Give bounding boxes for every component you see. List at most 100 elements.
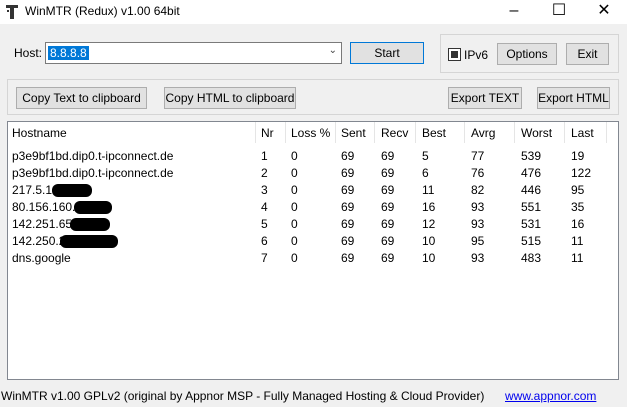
cell-avrg: 93 bbox=[471, 200, 485, 214]
host-input-value[interactable]: 8.8.8.8 bbox=[48, 46, 89, 60]
export-text-button[interactable]: Export TEXT bbox=[448, 87, 522, 109]
cell-nr: 1 bbox=[261, 149, 268, 163]
cell-best: 10 bbox=[422, 251, 436, 265]
cell-loss: 0 bbox=[291, 234, 298, 248]
cell-best: 6 bbox=[422, 166, 429, 180]
table-row[interactable]: 142.251.65. 5 0 69 69 12 93 531 16 bbox=[8, 216, 618, 233]
cell-avrg: 93 bbox=[471, 217, 485, 231]
status-bar: WinMTR v1.00 GPLv2 (original by Appnor M… bbox=[0, 386, 627, 407]
redaction-mark bbox=[74, 201, 112, 214]
options-button[interactable]: Options bbox=[497, 43, 557, 65]
cell-loss: 0 bbox=[291, 149, 298, 163]
table-row[interactable]: 142.250.2 6 0 69 69 10 95 515 11 bbox=[8, 233, 618, 250]
exit-button[interactable]: Exit bbox=[566, 43, 609, 65]
cell-last: 19 bbox=[571, 149, 585, 163]
table-row[interactable]: dns.google 7 0 69 69 10 93 483 11 bbox=[8, 250, 618, 267]
redaction-mark bbox=[70, 218, 110, 231]
column-header-hostname[interactable]: Hostname bbox=[12, 126, 67, 140]
cell-last: 122 bbox=[571, 166, 592, 180]
column-header-best[interactable]: Best bbox=[422, 126, 446, 140]
cell-avrg: 95 bbox=[471, 234, 485, 248]
column-divider[interactable] bbox=[415, 122, 416, 143]
column-header-avrg[interactable]: Avrg bbox=[471, 126, 495, 140]
appnor-link[interactable]: www.appnor.com bbox=[505, 389, 596, 403]
cell-avrg: 82 bbox=[471, 183, 485, 197]
cell-loss: 0 bbox=[291, 251, 298, 265]
ipv6-checkbox[interactable] bbox=[448, 48, 461, 61]
cell-recv: 69 bbox=[381, 251, 395, 265]
column-header-nr[interactable]: Nr bbox=[261, 126, 274, 140]
cell-nr: 7 bbox=[261, 251, 268, 265]
maximize-button[interactable]: ☐ bbox=[536, 0, 582, 24]
cell-best: 12 bbox=[422, 217, 436, 231]
copy-html-button[interactable]: Copy HTML to clipboard bbox=[164, 87, 296, 109]
cell-nr: 6 bbox=[261, 234, 268, 248]
cell-avrg: 76 bbox=[471, 166, 485, 180]
column-divider[interactable] bbox=[335, 122, 336, 143]
host-combobox[interactable]: 8.8.8.8 ⌄ bbox=[45, 42, 342, 64]
cell-last: 11 bbox=[571, 251, 584, 265]
cell-sent: 69 bbox=[341, 166, 355, 180]
column-divider[interactable] bbox=[464, 122, 465, 143]
cell-loss: 0 bbox=[291, 217, 298, 231]
cell-avrg: 77 bbox=[471, 149, 485, 163]
minimize-button[interactable]: – bbox=[491, 0, 537, 24]
cell-sent: 69 bbox=[341, 200, 355, 214]
cell-hostname: 217.5.1 bbox=[12, 183, 53, 197]
cell-worst: 515 bbox=[521, 234, 542, 248]
cell-nr: 2 bbox=[261, 166, 268, 180]
cell-best: 11 bbox=[422, 183, 435, 197]
cell-recv: 69 bbox=[381, 234, 395, 248]
results-table[interactable]: Hostname Nr Loss % Sent Recv Best Avrg W… bbox=[7, 121, 619, 380]
cell-hostname: 142.250.2 bbox=[12, 234, 66, 248]
column-divider[interactable] bbox=[564, 122, 565, 143]
cell-worst: 476 bbox=[521, 166, 542, 180]
title-bar: WinMTR (Redux) v1.00 64bit – ☐ ✕ bbox=[0, 0, 627, 24]
table-row[interactable]: p3e9bf1bd.dip0.t-ipconnect.de 1 0 69 69 … bbox=[8, 148, 618, 165]
cell-nr: 3 bbox=[261, 183, 268, 197]
cell-sent: 69 bbox=[341, 217, 355, 231]
cell-hostname: 80.156.160. bbox=[12, 200, 76, 214]
cell-loss: 0 bbox=[291, 183, 298, 197]
column-divider[interactable] bbox=[606, 122, 607, 143]
column-header-loss[interactable]: Loss % bbox=[291, 126, 330, 140]
chevron-down-icon[interactable]: ⌄ bbox=[329, 45, 337, 56]
cell-sent: 69 bbox=[341, 183, 355, 197]
column-header-recv[interactable]: Recv bbox=[381, 126, 408, 140]
status-text: WinMTR v1.00 GPLv2 (original by Appnor M… bbox=[1, 389, 485, 403]
window-title: WinMTR (Redux) v1.00 64bit bbox=[25, 4, 180, 18]
copy-text-button[interactable]: Copy Text to clipboard bbox=[16, 87, 147, 109]
cell-nr: 5 bbox=[261, 217, 268, 231]
column-divider[interactable] bbox=[374, 122, 375, 143]
cell-worst: 551 bbox=[521, 200, 542, 214]
cell-best: 5 bbox=[422, 149, 429, 163]
redaction-mark bbox=[52, 184, 92, 197]
table-row[interactable]: 80.156.160. 4 0 69 69 16 93 551 35 bbox=[8, 199, 618, 216]
table-row[interactable]: p3e9bf1bd.dip0.t-ipconnect.de 2 0 69 69 … bbox=[8, 165, 618, 182]
table-header: Hostname Nr Loss % Sent Recv Best Avrg W… bbox=[8, 122, 618, 143]
cell-recv: 69 bbox=[381, 183, 395, 197]
column-divider[interactable] bbox=[514, 122, 515, 143]
start-button[interactable]: Start bbox=[350, 42, 424, 64]
cell-hostname: p3e9bf1bd.dip0.t-ipconnect.de bbox=[12, 149, 174, 163]
cell-recv: 69 bbox=[381, 166, 395, 180]
cell-nr: 4 bbox=[261, 200, 268, 214]
ipv6-label[interactable]: IPv6 bbox=[464, 48, 488, 62]
cell-avrg: 93 bbox=[471, 251, 485, 265]
column-divider[interactable] bbox=[285, 122, 286, 143]
cell-hostname: p3e9bf1bd.dip0.t-ipconnect.de bbox=[12, 166, 174, 180]
column-header-worst[interactable]: Worst bbox=[521, 126, 552, 140]
cell-hostname: 142.251.65. bbox=[12, 217, 76, 231]
close-button[interactable]: ✕ bbox=[581, 0, 627, 24]
table-row[interactable]: 217.5.1 3 0 69 69 11 82 446 95 bbox=[8, 182, 618, 199]
export-html-button[interactable]: Export HTML bbox=[537, 87, 610, 109]
cell-recv: 69 bbox=[381, 200, 395, 214]
column-header-last[interactable]: Last bbox=[571, 126, 594, 140]
column-divider[interactable] bbox=[255, 122, 256, 143]
cell-recv: 69 bbox=[381, 217, 395, 231]
cell-last: 95 bbox=[571, 183, 585, 197]
cell-recv: 69 bbox=[381, 149, 395, 163]
column-header-sent[interactable]: Sent bbox=[341, 126, 366, 140]
cell-best: 16 bbox=[422, 200, 436, 214]
cell-worst: 446 bbox=[521, 183, 542, 197]
